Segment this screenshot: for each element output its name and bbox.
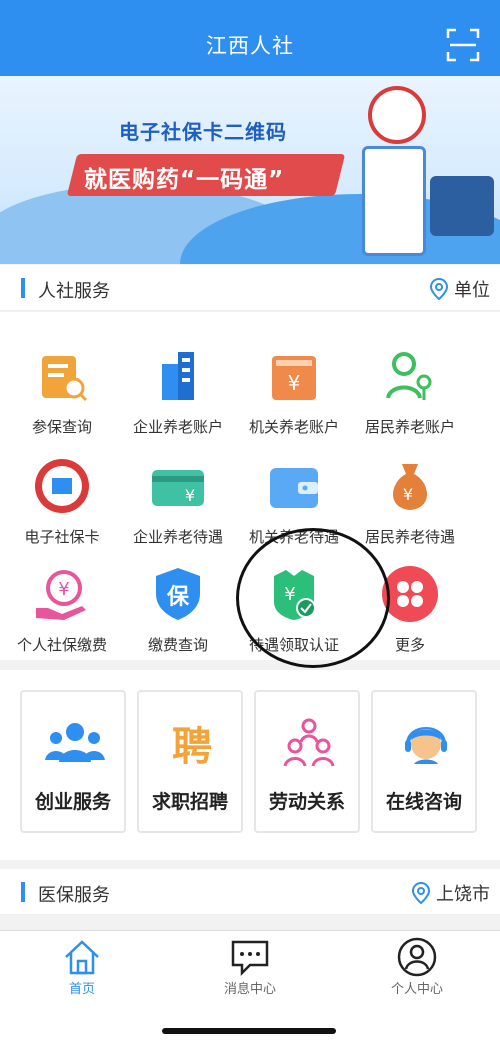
feature-card[interactable]: 劳动关系: [254, 690, 360, 833]
service-label: 居民养老待遇: [364, 528, 455, 546]
section-accent-bar: [21, 278, 25, 298]
scan-icon[interactable]: [446, 28, 480, 62]
person-key-icon: [386, 352, 432, 400]
svg-text:聘: 聘: [172, 724, 212, 768]
banner-subheadline: 就医购药“一码通”: [84, 167, 285, 193]
zhaopin-icon: 聘: [172, 724, 212, 768]
svg-text:保: 保: [166, 585, 190, 610]
service-label: 电子社保卡: [24, 528, 100, 546]
feature-card[interactable]: 创业服务: [20, 690, 126, 833]
service-item[interactable]: ¥ 企业养老待遇: [120, 440, 236, 550]
service-label: 缴费查询: [147, 636, 208, 654]
svg-text:¥: ¥: [284, 584, 295, 605]
section-title: 人社服务: [38, 281, 110, 302]
service-item[interactable]: 更多: [352, 548, 468, 658]
feature-card[interactable]: 聘 求职招聘: [137, 690, 243, 833]
service-item[interactable]: 企业养老账户: [120, 330, 236, 440]
wallet-illustration-icon: [430, 176, 494, 236]
tab-profile[interactable]: 个人中心: [357, 931, 477, 1001]
message-icon: [231, 940, 269, 977]
feature-card-label: 劳动关系: [268, 791, 345, 813]
location-selector[interactable]: 上饶市: [412, 880, 490, 906]
group-icon: [45, 723, 105, 762]
tab-messages[interactable]: 消息中心: [190, 931, 310, 1001]
promo-banner[interactable]: 电子社保卡二维码 就医购药“一码通”: [0, 76, 500, 264]
page-title: 江西人社: [206, 34, 294, 58]
service-label: 待遇领取认证: [248, 636, 339, 654]
location-label: 单位: [454, 280, 490, 301]
location-label: 上饶市: [436, 884, 490, 905]
building-icon: [162, 352, 194, 400]
tab-label: 个人中心: [390, 982, 443, 997]
svg-text:¥: ¥: [403, 485, 413, 504]
shield-bao-icon: 保: [156, 568, 200, 620]
social-security-card-badge-icon: [368, 86, 426, 144]
section-header-hr: 人社服务 单位: [0, 265, 500, 311]
service-label: 居民养老账户: [364, 418, 455, 436]
service-item[interactable]: ¥ 机关养老账户: [236, 330, 352, 440]
location-pin-icon: [412, 882, 430, 904]
service-label: 个人社保缴费: [16, 636, 107, 654]
feature-card-label: 在线咨询: [385, 791, 462, 813]
tab-label: 首页: [68, 982, 95, 997]
service-item[interactable]: 居民养老账户: [352, 330, 468, 440]
money-bag-icon: ¥: [393, 464, 427, 510]
service-item[interactable]: 电子社保卡: [4, 440, 120, 550]
location-pin-icon: [430, 278, 448, 300]
service-label: 企业养老待遇: [132, 528, 223, 546]
social-security-card-icon: [35, 459, 89, 513]
service-label: 参保查询: [31, 418, 92, 436]
hand-yuan-icon: ¥: [36, 570, 86, 620]
service-label: 机关养老账户: [248, 418, 339, 436]
home-icon: [65, 940, 99, 975]
more-grid-icon: [382, 566, 438, 622]
feature-cards: 创业服务 聘 求职招聘 劳动关系 在线咨询: [0, 670, 500, 860]
wallet-icon: [270, 468, 318, 508]
card-yuan-icon: ¥: [152, 470, 204, 506]
home-indicator: [162, 1028, 336, 1034]
service-grid: 参保查询 企业养老账户 ¥ 机关养老账户 居民养老账户 电子社保卡 ¥ 企业养老…: [0, 312, 500, 660]
svg-text:¥: ¥: [288, 371, 301, 395]
service-label: 更多: [394, 636, 425, 654]
location-selector[interactable]: 单位: [430, 276, 490, 302]
org-chart-icon: [283, 718, 335, 767]
service-label: 机关养老待遇: [248, 528, 339, 546]
service-item[interactable]: ¥ 个人社保缴费: [4, 548, 120, 658]
service-item-highlighted[interactable]: ¥ 待遇领取认证: [236, 548, 352, 658]
section-accent-bar: [21, 882, 25, 902]
svg-text:¥: ¥: [185, 486, 195, 505]
service-item[interactable]: 机关养老待遇: [236, 440, 352, 550]
clipboard-search-icon: [42, 356, 88, 402]
service-label: 企业养老账户: [132, 418, 223, 436]
service-item[interactable]: 参保查询: [4, 330, 120, 440]
profile-icon: [397, 937, 437, 977]
bottom-tab-bar: 首页 消息中心 个人中心: [0, 930, 500, 1041]
phone-illustration-icon: [362, 146, 426, 256]
app-header: 江西人社: [0, 0, 500, 76]
svg-text:¥: ¥: [58, 579, 69, 600]
service-item[interactable]: ¥ 居民养老待遇: [352, 440, 468, 550]
service-item[interactable]: 保 缴费查询: [120, 548, 236, 658]
feature-card-label: 创业服务: [34, 791, 111, 813]
verified-yuan-icon: ¥: [274, 570, 316, 620]
tab-label: 消息中心: [223, 982, 276, 997]
banner-headline: 电子社保卡二维码: [119, 120, 287, 144]
tab-home[interactable]: 首页: [22, 931, 142, 1001]
section-header-medical: 医保服务 上饶市: [0, 869, 500, 915]
section-title: 医保服务: [38, 885, 110, 906]
feature-card-label: 求职招聘: [151, 791, 228, 813]
consultant-icon: [405, 727, 447, 764]
feature-card[interactable]: 在线咨询: [371, 690, 477, 833]
yuan-box-icon: ¥: [272, 356, 316, 400]
